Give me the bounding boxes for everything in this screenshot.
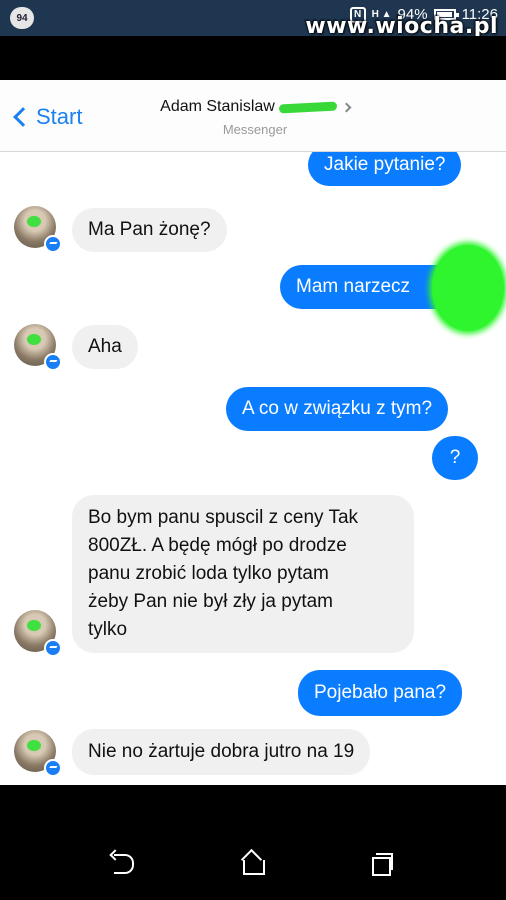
contact-subtitle: Messenger: [222, 122, 288, 137]
redaction-blob: [27, 740, 41, 751]
contact-name-row: Adam Stanislaw: [160, 98, 352, 116]
messenger-badge-icon: [44, 235, 62, 253]
message-bubble-received[interactable]: Nie no żartuje dobra jutro na 19: [72, 729, 371, 775]
avatar[interactable]: [14, 206, 62, 253]
screenshot-border: [0, 785, 506, 828]
redaction-blob: [432, 245, 504, 331]
contact-info[interactable]: Adam Stanislaw Messenger: [150, 98, 360, 137]
avatar[interactable]: [14, 610, 62, 657]
message-text: Mam narzecz: [296, 276, 411, 297]
message-text: Nie no żartuje dobra jutro na 19: [88, 741, 355, 762]
recents-nav-icon[interactable]: [362, 844, 402, 884]
redaction-blob: [27, 334, 41, 345]
message-bubble-received[interactable]: Ma Pan żonę?: [72, 208, 227, 252]
message-text: A co w związku z tym?: [242, 398, 433, 419]
screenshot-border: [0, 36, 506, 80]
avatar[interactable]: [14, 730, 62, 777]
message-line: żeby Pan nie był zły ja pytam: [88, 591, 334, 612]
message-text: Jakie pytanie?: [324, 154, 446, 175]
avatar[interactable]: [14, 324, 62, 371]
redaction-blob: [27, 216, 41, 227]
contact-name: Adam Stanislaw: [160, 98, 275, 115]
redaction-blob: [27, 620, 41, 631]
back-button[interactable]: Start: [10, 104, 82, 130]
message-line: tylko: [88, 619, 128, 640]
message-line: Bo bym panu spuscil z ceny Tak: [88, 507, 359, 528]
message-bubble-sent[interactable]: ?: [432, 436, 478, 480]
message-line: panu zrobić loda tylko pytam: [88, 563, 329, 584]
message-bubble-received[interactable]: Aha: [72, 325, 138, 369]
message-bubble-sent[interactable]: Pojebało pana?: [298, 670, 463, 716]
redaction-scribble: [278, 100, 338, 114]
message-text: ?: [449, 447, 461, 468]
messenger-badge-icon: [44, 353, 62, 371]
back-label: Start: [36, 104, 83, 129]
message-bubble-sent[interactable]: Jakie pytanie?: [308, 152, 462, 186]
chevron-left-icon: [13, 107, 33, 127]
navigation-bar: [0, 828, 506, 900]
message-text: Ma Pan żonę?: [88, 219, 211, 240]
home-nav-icon[interactable]: [233, 844, 273, 884]
messenger-badge-icon: [44, 759, 62, 777]
message-line: 800ZŁ. A będę mógł po drodze: [88, 535, 347, 556]
message-text: Aha: [88, 336, 122, 357]
conversation-header: Start Adam Stanislaw Messenger: [0, 80, 506, 152]
message-text: Pojebało pana?: [314, 682, 447, 703]
message-bubble-received[interactable]: Bo bym panu spuscil z ceny Tak 800ZŁ. A …: [72, 495, 414, 653]
status-bar: 94 N H ▲ 94% 11:26 www.wiocha.pl: [0, 0, 506, 39]
chevron-right-icon: [341, 102, 352, 112]
messenger-badge-icon: [44, 639, 62, 657]
notification-badge: 94: [10, 7, 34, 29]
message-list[interactable]: Jakie pytanie? Ma Pan żonę? Mam narzecz …: [0, 152, 506, 785]
back-nav-icon[interactable]: [104, 844, 144, 884]
message-bubble-sent[interactable]: A co w związku z tym?: [226, 387, 449, 431]
